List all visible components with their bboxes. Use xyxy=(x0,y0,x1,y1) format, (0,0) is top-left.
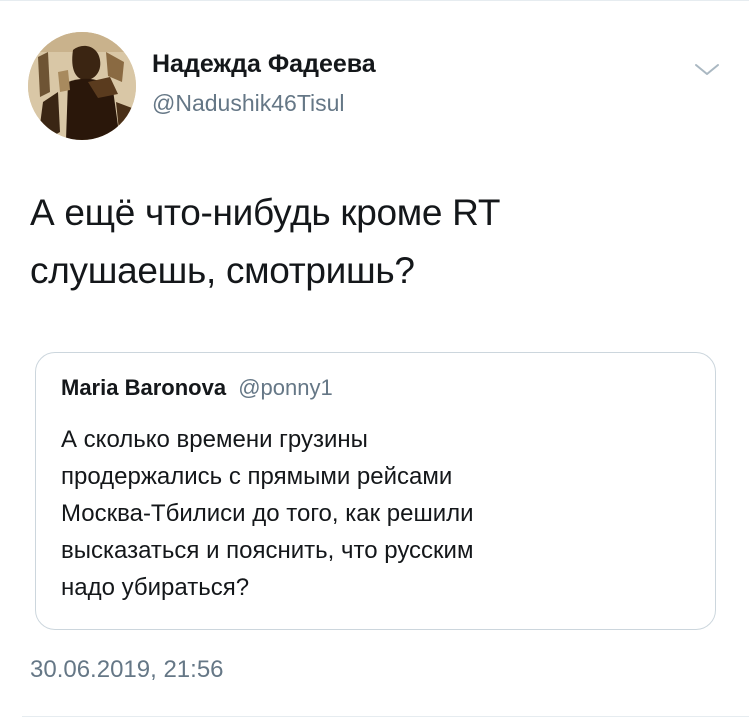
tweet-text-line: слушаешь, смотришь? xyxy=(30,250,415,291)
quoted-text-line: продержались с прямыми рейсами xyxy=(61,463,453,490)
quoted-author-handle: @ponny1 xyxy=(238,375,333,400)
quoted-text-line: надо убираться? xyxy=(61,574,250,601)
chevron-down-icon[interactable] xyxy=(692,60,722,80)
tweet-text-line: А ещё что-нибудь кроме RT xyxy=(30,192,501,233)
tweet-text: А ещё что-нибудь кроме RT слушаешь, смот… xyxy=(30,184,710,300)
quoted-text-line: А сколько времени грузины xyxy=(61,426,368,453)
tweet-timestamp[interactable]: 30.06.2019, 21:56 xyxy=(30,656,224,684)
quoted-tweet-header: Maria Baronova @ponny1 xyxy=(61,375,333,401)
top-divider xyxy=(0,0,749,1)
author-avatar[interactable] xyxy=(28,32,136,140)
quoted-tweet-card[interactable]: Maria Baronova @ponny1 А сколько времени… xyxy=(35,352,716,630)
avatar-image xyxy=(28,32,136,140)
author-name[interactable]: Надежда Фадеева xyxy=(152,50,376,79)
quoted-text-line: Москва-Тбилиси до того, как решили xyxy=(61,500,474,527)
author-handle[interactable]: @Nadushik46Tisul xyxy=(152,90,345,117)
bottom-divider xyxy=(22,716,749,717)
quoted-author-name: Maria Baronova xyxy=(61,375,227,400)
quoted-tweet-text: А сколько времени грузины продержались с… xyxy=(61,421,701,606)
quoted-text-line: высказаться и пояснить, что русским xyxy=(61,537,474,564)
